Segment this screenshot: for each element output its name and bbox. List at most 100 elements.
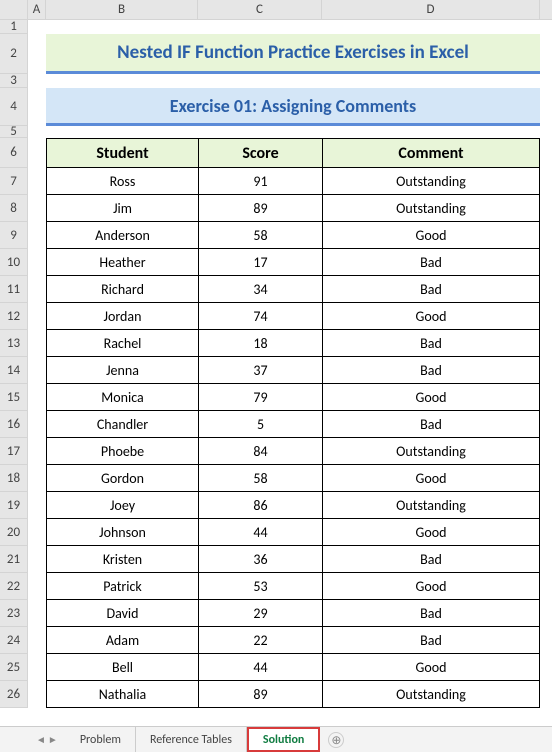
row-header-13[interactable]: 13 (0, 330, 28, 357)
cell-student[interactable]: Heather (46, 249, 198, 276)
cell-score[interactable]: 44 (198, 519, 322, 546)
col-header-a[interactable]: A (28, 0, 46, 19)
cell-score[interactable]: 84 (198, 438, 322, 465)
row-header-5[interactable]: 5 (0, 126, 28, 138)
tab-problem[interactable]: Problem (66, 727, 136, 752)
cell-comment[interactable]: Outstanding (322, 492, 540, 519)
cell-score[interactable]: 91 (198, 168, 322, 195)
cell-student[interactable]: Gordon (46, 465, 198, 492)
cell-score[interactable]: 86 (198, 492, 322, 519)
row-header-21[interactable]: 21 (0, 546, 28, 573)
row-header-26[interactable]: 26 (0, 681, 28, 708)
cell-student[interactable]: Patrick (46, 573, 198, 600)
col-header-c[interactable]: C (198, 0, 322, 19)
cell-student[interactable]: David (46, 600, 198, 627)
cell-score[interactable]: 22 (198, 627, 322, 654)
row-header-11[interactable]: 11 (0, 276, 28, 303)
cell-student[interactable]: Jim (46, 195, 198, 222)
cell-comment[interactable]: Good (322, 519, 540, 546)
tab-reference-tables[interactable]: Reference Tables (136, 727, 247, 752)
cell-comment[interactable]: Outstanding (322, 438, 540, 465)
row-header-6[interactable]: 6 (0, 138, 28, 168)
row-header-25[interactable]: 25 (0, 654, 28, 681)
cell-comment[interactable]: Good (322, 222, 540, 249)
row-header-2[interactable]: 2 (0, 34, 28, 74)
cell-score[interactable]: 44 (198, 654, 322, 681)
cell-student[interactable]: Chandler (46, 411, 198, 438)
cell-comment[interactable]: Outstanding (322, 168, 540, 195)
header-student[interactable]: Student (46, 138, 198, 168)
row-header-8[interactable]: 8 (0, 195, 28, 222)
cell-comment[interactable]: Good (322, 654, 540, 681)
cell-student[interactable]: Joey (46, 492, 198, 519)
row-header-15[interactable]: 15 (0, 384, 28, 411)
cell-score[interactable]: 18 (198, 330, 322, 357)
cell-score[interactable]: 36 (198, 546, 322, 573)
cell-score[interactable]: 5 (198, 411, 322, 438)
cell-score[interactable]: 89 (198, 195, 322, 222)
cell-score[interactable]: 79 (198, 384, 322, 411)
tab-prev-icon[interactable]: ◄ (36, 733, 46, 746)
add-sheet-icon[interactable]: ⊕ (328, 732, 344, 748)
header-comment[interactable]: Comment (322, 138, 540, 168)
row-header-17[interactable]: 17 (0, 438, 28, 465)
select-all-corner[interactable] (0, 0, 28, 19)
col-header-d[interactable]: D (322, 0, 540, 19)
row-header-1[interactable]: 1 (0, 20, 28, 34)
row-header-16[interactable]: 16 (0, 411, 28, 438)
cell-score[interactable]: 53 (198, 573, 322, 600)
row-header-4[interactable]: 4 (0, 88, 28, 126)
cell-student[interactable]: Kristen (46, 546, 198, 573)
cell-score[interactable]: 17 (198, 249, 322, 276)
cell-student[interactable]: Monica (46, 384, 198, 411)
cell-student[interactable]: Bell (46, 654, 198, 681)
cell-comment[interactable]: Outstanding (322, 681, 540, 708)
cell-comment[interactable]: Bad (322, 357, 540, 384)
cell-student[interactable]: Johnson (46, 519, 198, 546)
cell-score[interactable]: 58 (198, 465, 322, 492)
cell-comment[interactable]: Bad (322, 627, 540, 654)
row-header-18[interactable]: 18 (0, 465, 28, 492)
cell-score[interactable]: 37 (198, 357, 322, 384)
cell-comment[interactable]: Outstanding (322, 195, 540, 222)
tab-solution[interactable]: Solution (247, 727, 320, 752)
cell-student[interactable]: Richard (46, 276, 198, 303)
row-header-24[interactable]: 24 (0, 627, 28, 654)
row-header-14[interactable]: 14 (0, 357, 28, 384)
cell-student[interactable]: Ross (46, 168, 198, 195)
tab-next-icon[interactable]: ► (48, 733, 58, 746)
cell-student[interactable]: Adam (46, 627, 198, 654)
row-header-23[interactable]: 23 (0, 600, 28, 627)
cell-comment[interactable]: Bad (322, 249, 540, 276)
cell-score[interactable]: 89 (198, 681, 322, 708)
row-header-7[interactable]: 7 (0, 168, 28, 195)
cell-score[interactable]: 74 (198, 303, 322, 330)
row-header-20[interactable]: 20 (0, 519, 28, 546)
cell-comment[interactable]: Good (322, 384, 540, 411)
header-score[interactable]: Score (198, 138, 322, 168)
row-header-19[interactable]: 19 (0, 492, 28, 519)
cell-comment[interactable]: Good (322, 573, 540, 600)
row-header-10[interactable]: 10 (0, 249, 28, 276)
cell-student[interactable]: Jordan (46, 303, 198, 330)
cell-comment[interactable]: Good (322, 465, 540, 492)
row-header-3[interactable]: 3 (0, 74, 28, 88)
cell-score[interactable]: 29 (198, 600, 322, 627)
cell-comment[interactable]: Good (322, 303, 540, 330)
cell-comment[interactable]: Bad (322, 411, 540, 438)
cell-student[interactable]: Jenna (46, 357, 198, 384)
row-header-9[interactable]: 9 (0, 222, 28, 249)
cell-comment[interactable]: Bad (322, 276, 540, 303)
cell-comment[interactable]: Bad (322, 546, 540, 573)
cell-comment[interactable]: Bad (322, 600, 540, 627)
cell-student[interactable]: Rachel (46, 330, 198, 357)
row-header-12[interactable]: 12 (0, 303, 28, 330)
cell-student[interactable]: Nathalia (46, 681, 198, 708)
row-header-22[interactable]: 22 (0, 573, 28, 600)
cell-score[interactable]: 58 (198, 222, 322, 249)
cell-score[interactable]: 34 (198, 276, 322, 303)
cell-comment[interactable]: Bad (322, 330, 540, 357)
col-header-b[interactable]: B (46, 0, 198, 19)
cell-student[interactable]: Anderson (46, 222, 198, 249)
cell-student[interactable]: Phoebe (46, 438, 198, 465)
